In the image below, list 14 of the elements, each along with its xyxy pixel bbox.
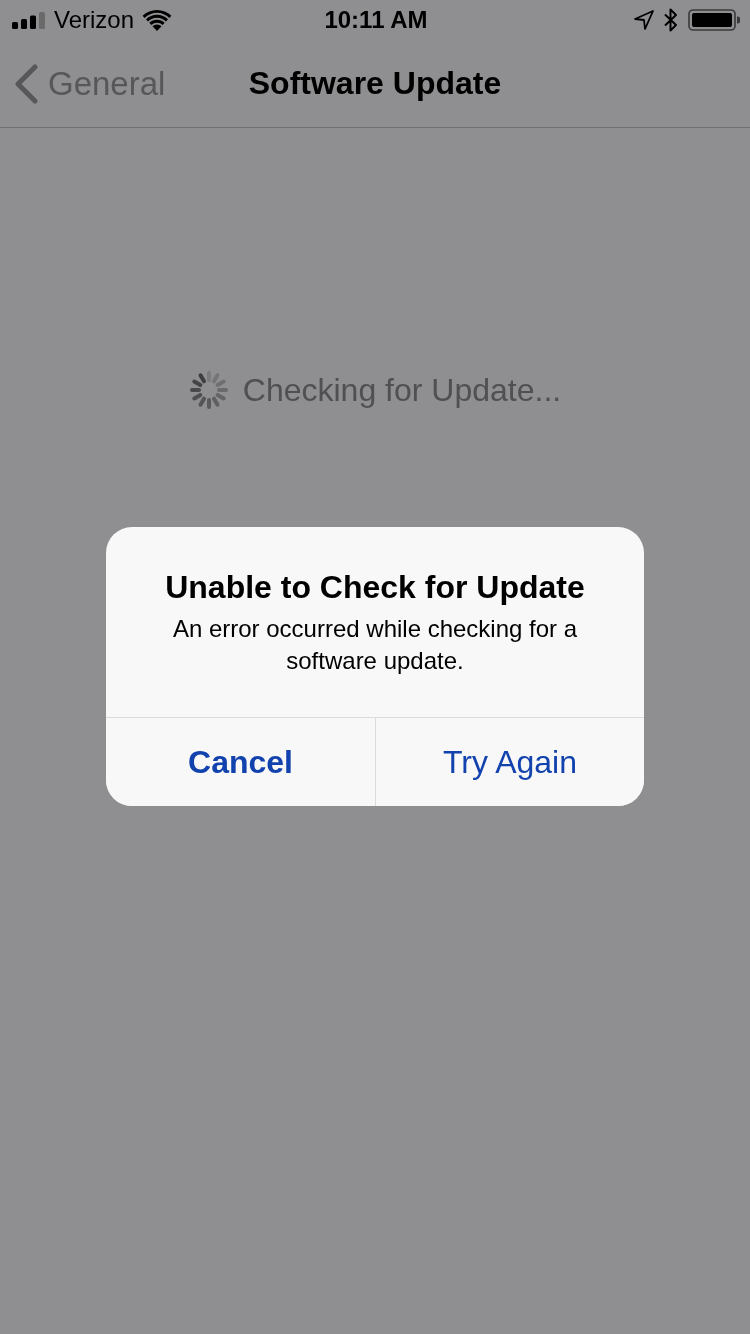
alert-button[interactable]: Try Again [375,718,644,806]
nav-title: Software Update [248,65,502,102]
signal-icon [12,11,46,29]
location-arrow-icon [634,10,654,30]
wifi-icon [142,9,173,31]
chevron-left-icon [14,63,38,104]
spinner-icon [188,370,229,410]
alert-message: An error occurred while checking for a software update. [171,614,579,676]
checking-status-text: Checking for Update... [242,371,562,409]
alert-title: Unable to Check for Update [165,568,585,607]
battery-icon [688,9,740,31]
carrier-name: Verizon [54,6,135,34]
bluetooth-icon [664,8,678,32]
status-time: 10:11 AM [324,6,428,34]
